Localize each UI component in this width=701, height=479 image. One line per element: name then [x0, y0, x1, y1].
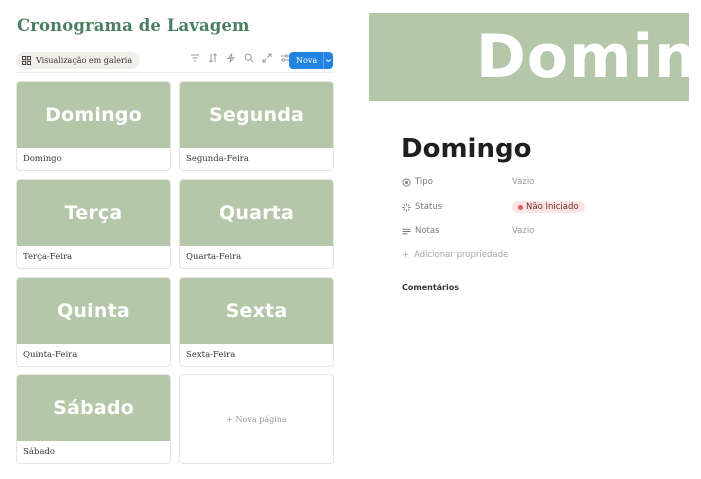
card-title: Quinta-Feira	[23, 350, 78, 360]
property-label: Status	[415, 202, 443, 212]
status-dot-icon	[518, 204, 523, 210]
gallery-card[interactable]: Domingo Domingo	[16, 81, 171, 171]
comments-label: Comentários	[402, 283, 459, 292]
expand-icon[interactable]	[262, 53, 272, 63]
plus-icon: +	[402, 250, 410, 260]
gallery-card[interactable]: Segunda Segunda-Feira	[179, 81, 334, 171]
new-button-label: Nova	[296, 56, 318, 65]
card-cover: Quinta	[17, 278, 170, 344]
view-tab-gallery[interactable]: Visualização em galeria	[16, 52, 141, 69]
page-cover[interactable]: Domin	[369, 13, 689, 101]
new-button[interactable]: Nova	[289, 52, 333, 69]
card-title: Terça-Feira	[23, 252, 73, 262]
page-cover-text: Domin	[476, 22, 689, 92]
view-tab-label: Visualização em galeria	[36, 56, 133, 65]
page-preview-pane: Domin Domingo Tipo Vazio Status Não Inic…	[350, 0, 701, 479]
page-title[interactable]: Domingo	[401, 134, 531, 164]
property-row-status[interactable]: Status Não Iniciado	[402, 200, 682, 214]
card-cover: Segunda	[180, 82, 333, 148]
property-label: Tipo	[415, 177, 433, 187]
new-page-label: + Nova página	[226, 414, 287, 424]
property-label: Notas	[415, 226, 440, 236]
circle-dot-icon	[402, 177, 411, 187]
card-title: Domingo	[23, 154, 62, 164]
status-badge[interactable]: Não Iniciado	[512, 201, 585, 213]
gallery-card[interactable]: Sexta Sexta-Feira	[179, 277, 334, 367]
card-cover: Sexta	[180, 278, 333, 344]
property-value[interactable]: Vazio	[512, 177, 534, 187]
card-title: Segunda-Feira	[186, 154, 249, 164]
card-title: Quarta-Feira	[186, 252, 242, 262]
text-lines-icon	[402, 228, 411, 234]
database-toolbar	[190, 53, 290, 63]
gallery-pane: Cronograma de Lavagem Visualização em ga…	[0, 0, 350, 479]
status-badge-label: Não Iniciado	[526, 202, 579, 212]
card-cover: Domingo	[17, 82, 170, 148]
database-title[interactable]: Cronograma de Lavagem	[17, 16, 250, 35]
card-cover: Sábado	[17, 375, 170, 441]
new-page-card[interactable]: + Nova página	[179, 374, 334, 464]
gallery-card[interactable]: Quinta Quinta-Feira	[16, 277, 171, 367]
card-title: Sábado	[23, 447, 55, 457]
gallery-grid-icon	[22, 56, 31, 65]
card-cover: Terça	[17, 180, 170, 246]
card-title: Sexta-Feira	[186, 350, 236, 360]
status-loader-icon	[402, 202, 411, 212]
gallery-card[interactable]: Sábado Sábado	[16, 374, 171, 464]
property-row-tipo[interactable]: Tipo Vazio	[402, 175, 682, 189]
search-icon[interactable]	[244, 53, 254, 63]
property-value[interactable]: Vazio	[512, 226, 534, 236]
filter-icon[interactable]	[190, 53, 200, 63]
gallery-card[interactable]: Quarta Quarta-Feira	[179, 179, 334, 269]
toolbar-divider	[16, 72, 334, 73]
sort-icon[interactable]	[208, 53, 218, 63]
add-property-button[interactable]: + Adicionar propriedade	[402, 250, 508, 260]
gallery-card[interactable]: Terça Terça-Feira	[16, 179, 171, 269]
property-row-notas[interactable]: Notas Vazio	[402, 224, 682, 238]
card-cover: Quarta	[180, 180, 333, 246]
chevron-down-icon[interactable]	[324, 57, 333, 64]
add-property-label: Adicionar propriedade	[414, 250, 509, 260]
lightning-icon[interactable]	[226, 53, 236, 63]
